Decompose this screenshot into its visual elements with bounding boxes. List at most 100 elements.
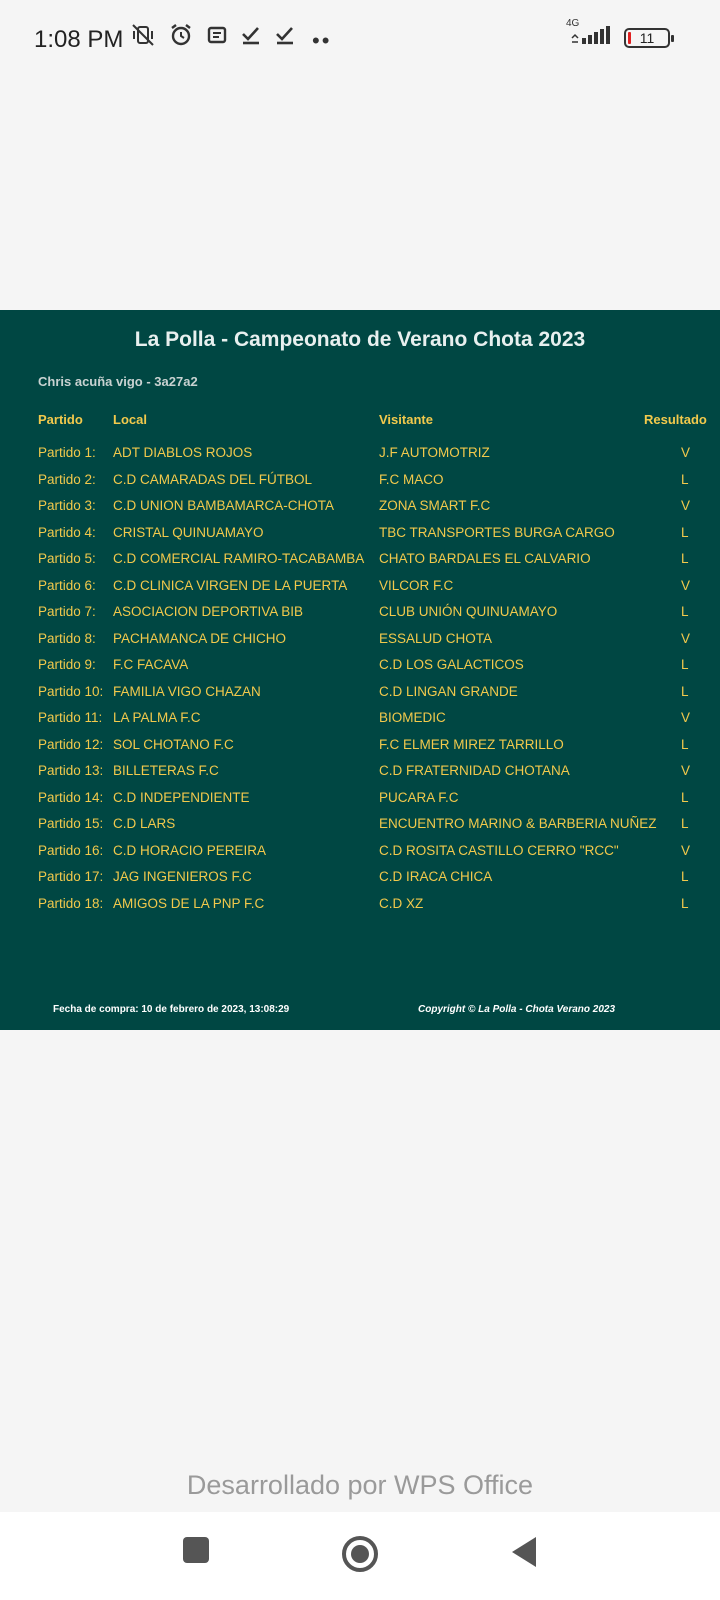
header-local: Local [113,412,147,427]
match-local: C.D HORACIO PEREIRA [113,842,267,858]
match-number: Partido 3: [38,498,96,513]
signal-icon: 4G [566,18,614,51]
battery-level: 11 [639,29,655,46]
alarm-icon [168,22,194,48]
back-triangle-icon[interactable] [508,1534,540,1575]
match-resultado: L [681,657,689,672]
copyright-text: Copyright © La Polla - Chota Verano 2023 [418,1004,616,1015]
table-row: Partido 5: C.D COMERCIAL RAMIRO-TACABAMBA… [0,551,720,578]
header-visitante: Visitante [379,412,433,427]
more-dots-icon: •• [312,28,332,53]
document-page: La Polla - Campeonato de Verano Chota 20… [0,310,720,1030]
match-local: AMIGOS DE LA PNP F.C [113,895,265,911]
check-icon [274,24,296,46]
match-local: SOL CHOTANO F.C [113,736,234,752]
match-resultado: V [681,763,691,778]
match-number: Partido 14: [38,789,104,805]
match-resultado: L [681,789,689,805]
match-local: C.D CAMARADAS DEL FÚTBOL [113,471,313,487]
table-row: Partido 11: LA PALMA F.C BIOMEDIC V [0,710,720,737]
recents-square-icon[interactable] [180,1534,212,1571]
table-row: Partido 6: C.D CLINICA VIRGEN DE LA PUERT… [0,578,720,605]
match-resultado: L [681,736,689,752]
match-visitante: F.C MACO [379,471,444,487]
table-row: Partido 9: F.C FACAVA C.D LOS GALACTICOS L [0,657,720,684]
match-resultado: V [681,710,691,725]
match-resultado: V [681,842,691,858]
table-row: Partido 3: C.D UNION BAMBAMARCA-CHOTA ZONA… [0,498,720,525]
document-title: La Polla - Campeonato de Verano Chota 20… [134,328,586,351]
table-row: Partido 2: C.D CAMARADAS DEL FÚTBOL F.C MA… [0,472,720,499]
table-row: Partido 13: BILLETERAS F.C C.D FRATERNIDAD… [0,763,720,790]
table-row: Partido 15: C.D LARS ENCUENTRO MARINO & BA… [0,816,720,843]
match-local: PACHAMANCA DE CHICHO [113,630,287,646]
navigation-bar [0,1512,720,1600]
match-local: BILLETERAS F.C [113,763,219,778]
match-number: Partido 5: [38,551,96,566]
match-number: Partido 8: [38,630,96,646]
status-notification-icons [130,22,296,48]
match-local: JAG INGENIEROS F.C [113,869,252,884]
match-number: Partido 9: [38,657,96,672]
wps-watermark: Desarrollado por WPS Office [186,1470,534,1500]
match-visitante: TBC TRANSPORTES BURGA CARGO [379,524,615,540]
table-row: Partido 10: FAMILIA VIGO CHAZAN C.D LINGAN… [0,684,720,711]
match-resultado: L [681,604,689,619]
match-resultado: L [681,895,689,911]
match-resultado: V [681,445,691,460]
match-local: FAMILIA VIGO CHAZAN [113,683,261,699]
match-resultado: V [681,630,691,646]
match-local: F.C FACAVA [113,657,189,672]
vibrate-off-icon [130,22,156,48]
match-visitante: C.D FRATERNIDAD CHOTANA [379,763,570,778]
table-row: Partido 14: C.D INDEPENDIENTE PUCARA F.C L [0,790,720,817]
status-time: 1:08 PM [34,26,124,53]
match-local: C.D UNION BAMBAMARCA-CHOTA [113,498,335,513]
match-number: Partido 13: [38,763,104,778]
match-local: ADT DIABLOS ROJOS [113,445,253,460]
match-number: Partido 10: [38,683,104,699]
purchase-date: Fecha de compra: 10 de febrero de 2023, … [53,1004,290,1015]
match-visitante: C.D LOS GALACTICOS [379,657,524,672]
match-resultado: L [681,816,689,831]
match-number: Partido 11: [38,710,103,725]
match-number: Partido 2: [38,471,96,487]
matches-table: Partido 1: ADT DIABLOS ROJOS J.F AUTOMOTRI… [0,445,720,922]
match-number: Partido 15: [38,816,104,831]
match-number: Partido 1: [38,445,96,460]
match-visitante: ZONA SMART F.C [379,498,491,513]
match-visitante: C.D IRACA CHICA [379,869,493,884]
match-number: Partido 4: [38,524,96,540]
match-local: C.D CLINICA VIRGEN DE LA PUERTA [113,577,348,593]
document-user: Chris acuña vigo - 3a27a2 [38,374,198,389]
match-number: Partido 17: [38,869,104,884]
home-circle-icon[interactable] [340,1534,380,1579]
match-visitante: PUCARA F.C [379,789,459,805]
match-visitante: ENCUENTRO MARINO & BARBERIA NUÑEZ [379,816,657,831]
match-visitante: J.F AUTOMOTRIZ [379,445,490,460]
match-resultado: L [681,683,689,699]
match-visitante: C.D XZ [379,895,424,911]
match-visitante: C.D ROSITA CASTILLO CERRO "RCC" [379,842,619,858]
header-resultado: Resultado [644,412,707,427]
match-visitante: F.C ELMER MIREZ TARRILLO [379,736,564,752]
network-type: 4G [566,18,580,29]
match-resultado: V [681,498,691,513]
battery-icon: 11 [624,27,674,48]
match-local: C.D LARS [113,816,176,831]
match-resultado: L [681,524,689,540]
match-visitante: CLUB UNIÓN QUINUAMAYO [379,604,558,619]
match-visitante: CHATO BARDALES EL CALVARIO [379,551,591,566]
table-row: Partido 16: C.D HORACIO PEREIRA C.D ROSITA… [0,843,720,870]
match-local: ASOCIACION DEPORTIVA BIB [113,604,304,619]
notes-icon [206,24,228,46]
check-icon [240,24,262,46]
match-local: LA PALMA F.C [113,710,201,725]
match-resultado: L [681,869,689,884]
status-bar: 1:08 PM •• 4G 11 [0,0,720,80]
table-row: Partido 8: PACHAMANCA DE CHICHO ESSALUD CH… [0,631,720,658]
table-row: Partido 17: JAG INGENIEROS F.C C.D IRACA C… [0,869,720,896]
table-row: Partido 7: ASOCIACION DEPORTIVA BIB CLUB U… [0,604,720,631]
status-system-icons: 4G 11 [566,18,674,51]
header-partido: Partido [38,412,83,427]
